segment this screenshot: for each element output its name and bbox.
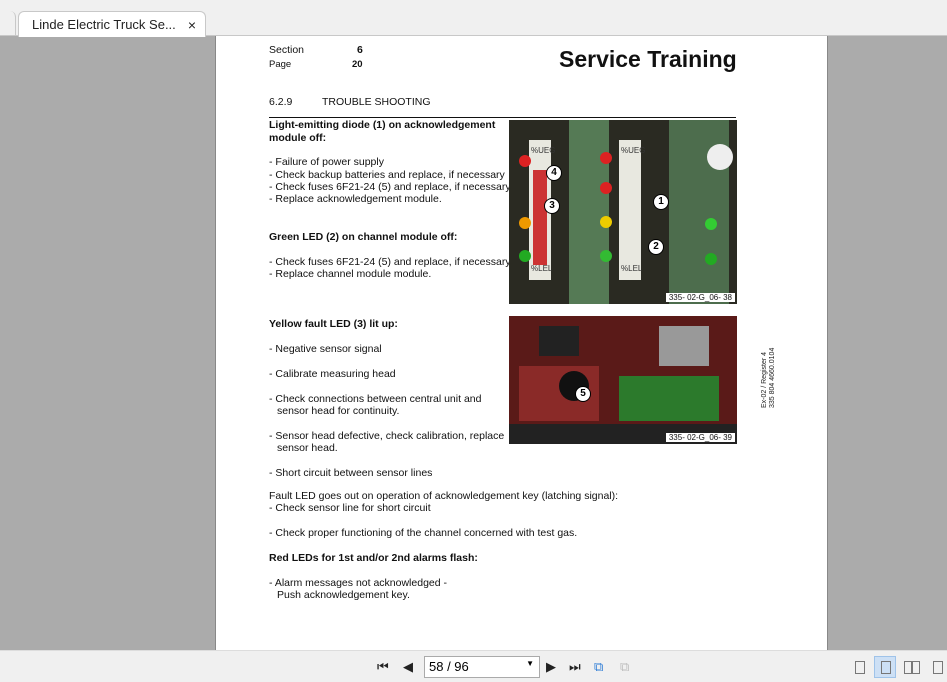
list-item: - Check backup batteries and replace, if… <box>269 169 505 181</box>
next-page-button[interactable]: ▶ <box>546 659 556 675</box>
callout-3: 3 <box>544 198 560 214</box>
two-page-view-button[interactable] <box>900 656 922 678</box>
list-item: - Short circuit between sensor lines <box>269 467 433 479</box>
callout-4: 4 <box>546 165 562 181</box>
photo-caption: 335- 02-G_06- 38 <box>665 293 735 302</box>
page-selector[interactable]: 58 / 96 ▼ <box>424 656 540 678</box>
page-value: 20 <box>352 59 363 70</box>
page-label: Page <box>269 59 292 70</box>
bottom-toolbar: ⏮ ◀ 58 / 96 ▼ ▶ ⏭ ⧉ ⧉ <box>0 650 947 682</box>
chevron-down-icon: ▼ <box>526 659 534 668</box>
list-item: sensor head for continuity. <box>277 405 400 417</box>
side-note-line1: Ex-02 / Register 4 <box>761 351 768 408</box>
list-item: Push acknowledgement key. <box>277 589 410 601</box>
close-tab-icon[interactable]: × <box>188 17 196 33</box>
led-panel-photo: %UEG %LEL %UEG %LEL 4 3 1 2 335- 02-G_06… <box>509 120 737 304</box>
fuse-photo: 5 335- 02-G_06- 39 <box>509 316 737 444</box>
list-item: - Calibrate measuring head <box>269 368 396 380</box>
block1-title2: module off: <box>269 132 327 144</box>
rotate-forward-icon[interactable]: ⧉ <box>620 659 629 675</box>
side-note: Ex-02 / Register 4 335 804 4660.0104 <box>761 348 777 408</box>
previous-tab-edge[interactable] <box>0 11 16 36</box>
rotate-back-icon[interactable]: ⧉ <box>594 659 603 675</box>
last-page-button[interactable]: ⏭ <box>569 659 581 675</box>
list-item: sensor head. <box>277 442 338 454</box>
section-value: 6 <box>357 44 363 56</box>
scale-label: %UEG <box>621 146 646 155</box>
block3-title: Yellow fault LED (3) lit up: <box>269 318 398 330</box>
list-item: - Failure of power supply <box>269 156 384 168</box>
pdf-page: Section 6 Page 20 Service Training 6.2.9… <box>215 36 828 650</box>
block4-intro: Fault LED goes out on operation of ackno… <box>269 490 619 502</box>
single-page-view-button[interactable] <box>848 656 870 678</box>
header-rule <box>269 117 736 118</box>
photo-caption: 335- 02-G_06- 39 <box>665 433 735 442</box>
section-label: Section <box>269 44 305 56</box>
list-item: - Alarm messages not acknowledged - <box>269 577 448 589</box>
previous-page-button[interactable]: ◀ <box>403 659 413 675</box>
list-item: - Replace channel module module. <box>269 268 432 280</box>
list-item: - Check fuses 6F21-24 (5) and replace, i… <box>269 181 511 193</box>
list-item: - Check fuses 6F21-24 (5) and replace, i… <box>269 256 511 268</box>
list-item: - Negative sensor signal <box>269 343 382 355</box>
page-selector-value: 58 / 96 <box>429 659 469 674</box>
heading-number: 6.2.9 <box>269 96 293 108</box>
block2-title: Green LED (2) on channel module off: <box>269 231 458 243</box>
callout-5: 5 <box>575 386 591 402</box>
document-tab[interactable]: Linde Electric Truck Se... × <box>18 11 206 37</box>
list-item: - Replace acknowledgement module. <box>269 193 442 205</box>
tab-title: Linde Electric Truck Se... <box>32 17 176 32</box>
list-item: - Check connections between central unit… <box>269 393 482 405</box>
page-title: Service Training <box>559 46 737 72</box>
list-item: - Sensor head defective, check calibrati… <box>269 430 505 442</box>
list-item: - Check sensor line for short circuit <box>269 502 431 514</box>
scale-label: %LEL <box>621 264 643 273</box>
block1-title: Light-emitting diode (1) on acknowledgem… <box>269 119 496 131</box>
callout-1: 1 <box>653 194 669 210</box>
heading-text: TROUBLE SHOOTING <box>322 96 431 108</box>
continuous-view-button[interactable] <box>874 656 896 678</box>
two-page-continuous-view-button[interactable] <box>926 656 947 678</box>
tab-bar: Linde Electric Truck Se... × <box>0 0 947 37</box>
callout-2: 2 <box>648 239 664 255</box>
scale-label: %UEG <box>531 146 556 155</box>
scale-label: %LEL <box>531 264 553 273</box>
block5-title: Red LEDs for 1st and/or 2nd alarms flash… <box>269 552 478 564</box>
side-note-line2: 335 804 4660.0104 <box>769 347 776 408</box>
first-page-button[interactable]: ⏮ <box>377 659 389 675</box>
list-item: - Check proper functioning of the channe… <box>269 527 578 539</box>
